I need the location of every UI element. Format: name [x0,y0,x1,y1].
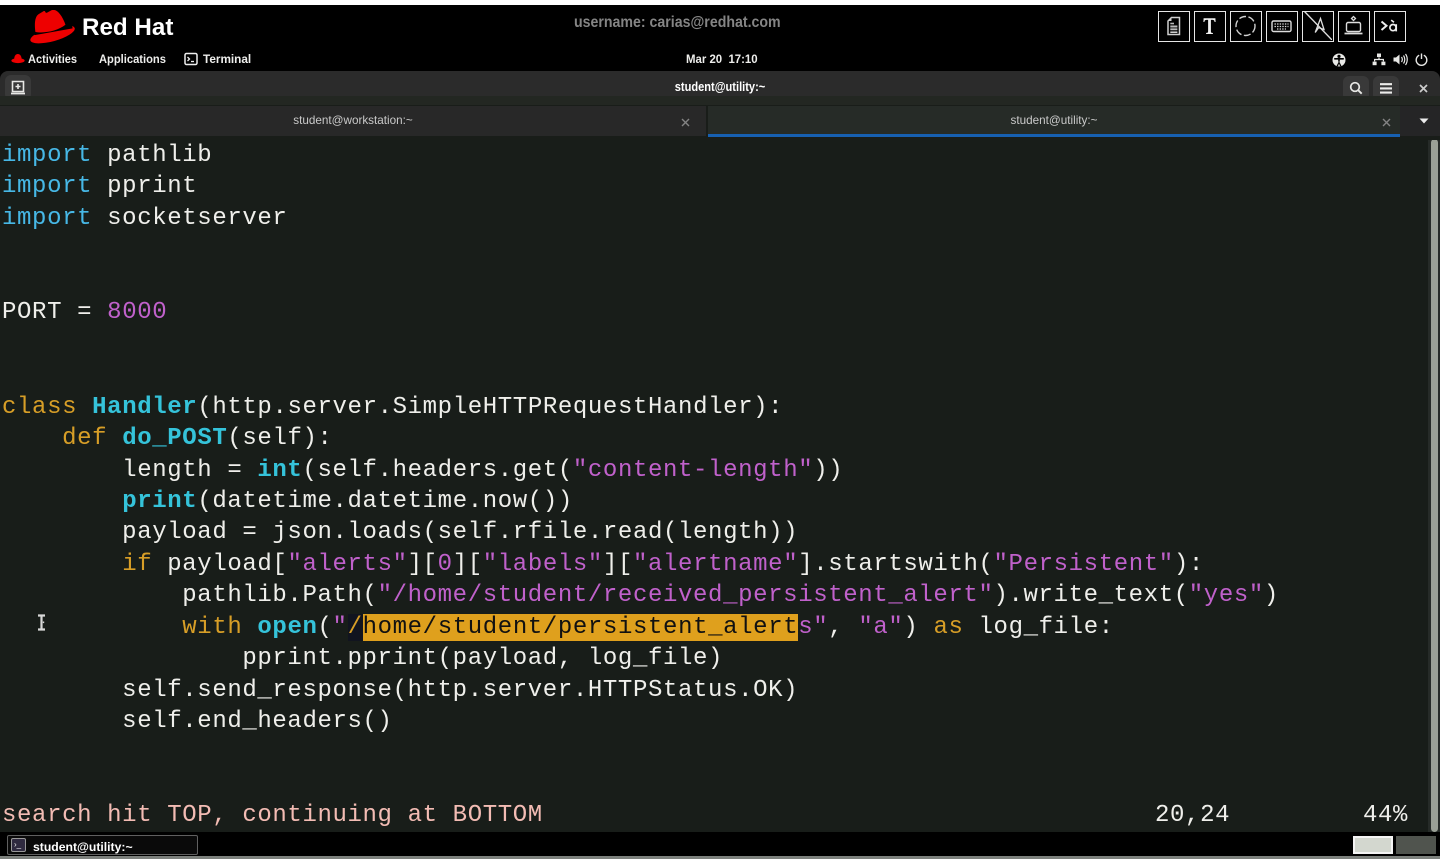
svg-text:Red Hat: Red Hat [82,14,173,41]
